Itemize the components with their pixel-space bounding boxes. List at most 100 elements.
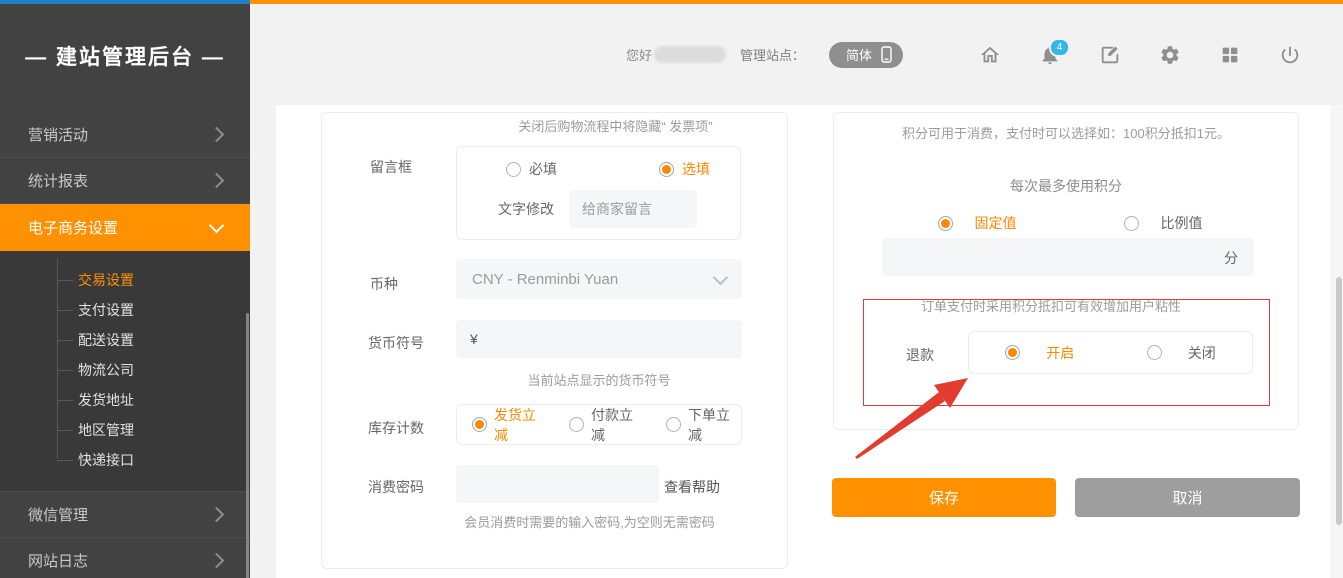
chevron-down-icon bbox=[209, 218, 225, 234]
submenu-item-payment-settings[interactable]: 支付设置 bbox=[0, 295, 250, 325]
sidebar-item-site-logs[interactable]: 网站日志 bbox=[0, 538, 250, 578]
currency-symbol-input-wrap bbox=[456, 320, 742, 358]
notifications-bell-icon[interactable]: 4 bbox=[1039, 44, 1061, 66]
sidebar-item-label: 微信管理 bbox=[28, 504, 88, 525]
radio-pay-deduct[interactable] bbox=[569, 417, 584, 432]
radio-ship-deduct-label[interactable]: 发货立减 bbox=[494, 405, 547, 445]
sidebar-item-marketing[interactable]: 营销活动 bbox=[0, 112, 250, 158]
sidebar-item-label: 统计报表 bbox=[28, 170, 88, 191]
points-usage-note: 积分可用于消费，支付时可以选择如：100积分抵扣1元。 bbox=[834, 123, 1298, 142]
currency-label: 币种 bbox=[370, 274, 398, 294]
language-label: 简体 bbox=[846, 45, 872, 64]
top-header: 您好 管理站点： 简体 4 bbox=[250, 4, 1343, 105]
radio-refund-on[interactable] bbox=[1005, 345, 1020, 360]
stock-count-label: 库存计数 bbox=[368, 418, 424, 438]
chevron-down-icon bbox=[713, 269, 729, 285]
radio-order-deduct[interactable] bbox=[666, 417, 681, 432]
radio-required[interactable] bbox=[506, 162, 521, 177]
refund-off-choice: 关闭 bbox=[1111, 332, 1253, 373]
consume-password-input[interactable] bbox=[456, 465, 659, 503]
home-icon[interactable] bbox=[979, 44, 1001, 66]
message-text-edit-row: 文字修改 bbox=[457, 179, 740, 228]
stock-count-group: 发货立减 付款立减 下单立减 bbox=[456, 404, 742, 445]
radio-ship-deduct[interactable] bbox=[472, 417, 487, 432]
radio-required-label[interactable]: 必填 bbox=[529, 159, 557, 179]
radio-refund-off[interactable] bbox=[1147, 345, 1162, 360]
sidebar-nav: 营销活动 统计报表 电子商务设置 交易设置 支付设置 配送设置 物流公司 发货地… bbox=[0, 112, 250, 578]
currency-selected-value: CNY - Renminbi Yuan bbox=[472, 271, 618, 288]
chevron-right-icon bbox=[209, 553, 225, 569]
sidebar-scrollbar[interactable] bbox=[246, 313, 249, 578]
sidebar-item-label: 营销活动 bbox=[28, 124, 88, 145]
max-points-input-wrap: 分 bbox=[882, 238, 1254, 276]
refund-group: 开启 关闭 bbox=[968, 331, 1253, 374]
managed-site-label: 管理站点： bbox=[740, 45, 805, 64]
radio-ratio-value-label[interactable]: 比例值 bbox=[1161, 213, 1203, 233]
max-points-label: 每次最多使用积分 bbox=[834, 176, 1298, 196]
consume-password-input-wrap bbox=[456, 465, 659, 503]
admin-app: — 建站管理后台 — 营销活动 统计报表 电子商务设置 交易设置 支付设置 配送… bbox=[0, 0, 1343, 578]
radio-fixed-value[interactable] bbox=[938, 216, 953, 231]
submenu-item-express-api[interactable]: 快递接口 bbox=[0, 445, 250, 475]
points-sticky-note: 订单支付时采用积分抵扣可有效增加用户粘性 bbox=[834, 296, 1268, 315]
radio-optional[interactable] bbox=[659, 162, 674, 177]
merchant-message-input[interactable] bbox=[569, 190, 697, 228]
radio-ratio-value[interactable] bbox=[1124, 216, 1139, 231]
apps-grid-icon[interactable] bbox=[1219, 44, 1241, 66]
submenu-item-shipping-address[interactable]: 发货地址 bbox=[0, 385, 250, 415]
sidebar-item-reports[interactable]: 统计报表 bbox=[0, 158, 250, 204]
content-left-gutter bbox=[250, 105, 276, 578]
submenu-item-logistics-company[interactable]: 物流公司 bbox=[0, 355, 250, 385]
save-button[interactable]: 保存 bbox=[832, 478, 1056, 517]
currency-symbol-label: 货币符号 bbox=[368, 333, 424, 353]
app-logo: — 建站管理后台 — bbox=[0, 4, 250, 108]
notification-count-badge: 4 bbox=[1049, 38, 1070, 57]
message-required-row: 必填 选填 bbox=[457, 147, 740, 179]
page-scrollbar-thumb[interactable] bbox=[1336, 277, 1342, 525]
submenu-item-trade-settings[interactable]: 交易设置 bbox=[0, 265, 250, 295]
currency-select[interactable]: CNY - Renminbi Yuan bbox=[456, 259, 742, 299]
language-switch-button[interactable]: 简体 bbox=[829, 42, 903, 68]
text-edit-label: 文字修改 bbox=[498, 199, 554, 219]
radio-refund-on-label[interactable]: 开启 bbox=[1046, 343, 1074, 363]
submenu-item-region-management[interactable]: 地区管理 bbox=[0, 415, 250, 445]
sidebar-item-label: 电子商务设置 bbox=[28, 217, 118, 238]
submenu-item-delivery-settings[interactable]: 配送设置 bbox=[0, 325, 250, 355]
chevron-right-icon bbox=[209, 173, 225, 189]
currency-symbol-help: 当前站点显示的货币符号 bbox=[456, 370, 742, 389]
radio-optional-label[interactable]: 选填 bbox=[682, 159, 710, 179]
sidebar-item-label: 网站日志 bbox=[28, 550, 88, 571]
refund-on-choice: 开启 bbox=[969, 332, 1111, 373]
consume-password-label: 消费密码 bbox=[368, 477, 424, 497]
trade-settings-card: 关闭后购物流程中将隐藏“ 发票项” 留言框 必填 选填 文字修改 币种 CNY … bbox=[321, 112, 788, 569]
view-help-link[interactable]: 查看帮助 bbox=[664, 477, 720, 497]
greeting-text: 您好 bbox=[626, 45, 652, 64]
consume-password-help: 会员消费时需要的输入密码,为空则无需密码 bbox=[392, 512, 787, 531]
chevron-right-icon bbox=[209, 127, 225, 143]
points-unit: 分 bbox=[1224, 248, 1238, 268]
sidebar-item-wechat[interactable]: 微信管理 bbox=[0, 492, 250, 538]
value-type-row: 固定值 比例值 bbox=[834, 209, 1298, 237]
cancel-button[interactable]: 取消 bbox=[1075, 478, 1300, 517]
radio-fixed-value-label[interactable]: 固定值 bbox=[975, 213, 1017, 233]
radio-pay-deduct-label[interactable]: 付款立减 bbox=[591, 405, 644, 445]
message-box-group: 必填 选填 文字修改 bbox=[456, 146, 741, 240]
max-points-input[interactable] bbox=[882, 238, 1254, 276]
mobile-phone-icon bbox=[881, 46, 892, 63]
sidebar-item-ecommerce-settings[interactable]: 电子商务设置 bbox=[0, 204, 250, 251]
ecommerce-submenu: 交易设置 支付设置 配送设置 物流公司 发货地址 地区管理 快递接口 bbox=[0, 251, 250, 492]
username-redacted bbox=[654, 46, 726, 63]
chevron-right-icon bbox=[209, 507, 225, 523]
settings-gear-icon[interactable] bbox=[1159, 44, 1181, 66]
message-box-label: 留言框 bbox=[370, 157, 412, 177]
invoice-hidden-note: 关闭后购物流程中将隐藏“ 发票项” bbox=[452, 116, 779, 135]
edit-icon[interactable] bbox=[1099, 44, 1121, 66]
radio-order-deduct-label[interactable]: 下单立减 bbox=[688, 405, 741, 445]
radio-refund-off-label[interactable]: 关闭 bbox=[1188, 343, 1216, 363]
merchant-message-input-wrap bbox=[569, 190, 697, 228]
currency-symbol-input[interactable] bbox=[456, 320, 742, 358]
power-logout-icon[interactable] bbox=[1279, 44, 1301, 66]
sidebar: — 建站管理后台 — 营销活动 统计报表 电子商务设置 交易设置 支付设置 配送… bbox=[0, 4, 250, 578]
points-settings-card: 积分可用于消费，支付时可以选择如：100积分抵扣1元。 每次最多使用积分 固定值… bbox=[833, 112, 1299, 430]
refund-label: 退款 bbox=[906, 345, 934, 365]
